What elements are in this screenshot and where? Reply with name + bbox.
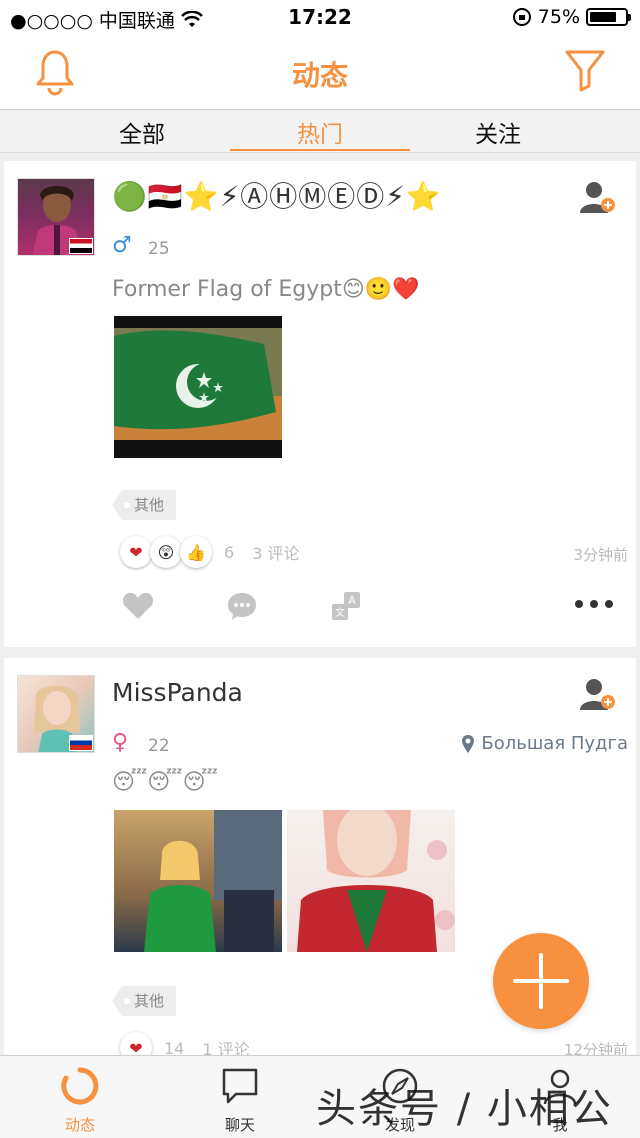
post-time: 12分钟前 <box>563 1041 628 1055</box>
segment-tabs: 全部 热门 关注 <box>0 111 640 153</box>
translate-icon[interactable]: A 文 <box>330 591 362 621</box>
add-friend-icon[interactable] <box>578 676 616 712</box>
comment-count[interactable]: 1 评论 <box>202 1036 249 1055</box>
tab-feed-label: 动态 <box>64 1116 95 1134</box>
gender-female-icon: ♀ <box>112 730 129 755</box>
add-friend-icon[interactable] <box>578 179 616 215</box>
age: 22 <box>148 736 170 756</box>
egypt-flag-image <box>114 328 282 440</box>
location-label: Большая Пудга <box>481 733 628 754</box>
location-pin-icon <box>462 734 475 753</box>
reaction-count: 6 <box>224 542 235 562</box>
heart-reaction-icon: ❤ <box>120 536 152 568</box>
battery-percent: 75% <box>537 6 580 28</box>
reactions-row[interactable]: ❤ 14 1 评论 <box>120 1032 250 1055</box>
avatar[interactable] <box>17 178 95 256</box>
post-tag[interactable]: 其他 <box>112 490 177 520</box>
more-options-icon[interactable] <box>574 599 614 609</box>
rotation-lock-icon <box>512 8 531 26</box>
tab-all[interactable]: 全部 <box>52 115 232 151</box>
selfie-photo-2 <box>297 810 455 952</box>
svg-text:A: A <box>348 594 356 607</box>
post-text: 😴😴😴 <box>112 770 218 795</box>
tab-chat-label: 聊天 <box>224 1116 255 1134</box>
comment-count[interactable]: 3 评论 <box>252 540 299 564</box>
nav-bar: 动态 <box>0 36 640 110</box>
post-card[interactable]: 🟢🇪🇬⭐⚡ⒶⒽⓂⒺⒹ⚡⭐ ♂ 25 Former Flag of Egypt😊🙂… <box>4 161 636 647</box>
filter-icon[interactable] <box>564 46 606 94</box>
post-actions: A 文 <box>4 591 636 631</box>
post-image[interactable] <box>114 316 282 458</box>
selfie-photo-1 <box>144 810 282 952</box>
watermark: 头条号 / 小相公 <box>316 1086 613 1132</box>
tab-following[interactable]: 关注 <box>408 115 588 151</box>
tab-chat[interactable]: 聊天 <box>160 1066 320 1135</box>
comment-icon[interactable] <box>226 591 258 621</box>
tab-feed[interactable]: 动态 <box>0 1066 160 1135</box>
flag-egypt-icon <box>69 238 93 254</box>
battery-icon <box>586 8 631 26</box>
reactions-row[interactable]: ❤ 😲 👍 6 3 评论 <box>120 536 299 568</box>
create-post-button[interactable] <box>493 933 589 1029</box>
heart-reaction-icon: ❤ <box>120 1032 152 1055</box>
username[interactable]: 🟢🇪🇬⭐⚡ⒶⒽⓂⒺⒹ⚡⭐ <box>112 175 442 215</box>
post-text: Former Flag of Egypt😊🙂❤️ <box>112 277 420 302</box>
svg-text:文: 文 <box>335 606 345 619</box>
page-title: 动态 <box>291 59 348 92</box>
username[interactable]: MissPanda <box>112 678 243 707</box>
status-bar: ●○○○○ 中国联通 17:22 75% <box>0 0 640 36</box>
like-heart-icon[interactable] <box>122 591 154 621</box>
post-tag[interactable]: 其他 <box>112 986 177 1016</box>
tab-hot[interactable]: 热门 <box>230 115 410 151</box>
surprised-reaction-icon: 😲 <box>150 536 182 568</box>
post-image[interactable] <box>287 810 455 952</box>
age: 25 <box>148 239 170 259</box>
post-time: 3分钟前 <box>573 546 628 564</box>
post-image[interactable] <box>114 810 282 952</box>
thumbs-up-reaction-icon: 👍 <box>180 536 212 568</box>
gender-male-icon: ♂ <box>112 233 132 258</box>
reaction-count: 14 <box>164 1038 185 1056</box>
avatar[interactable] <box>17 675 95 753</box>
chat-bubble-icon <box>222 1068 258 1104</box>
flag-russia-icon <box>69 735 93 751</box>
location[interactable]: Большая Пудга <box>461 733 628 754</box>
feed-ring-icon <box>61 1067 99 1105</box>
feed[interactable]: 🟢🇪🇬⭐⚡ⒶⒽⓂⒺⒹ⚡⭐ ♂ 25 Former Flag of Egypt😊🙂… <box>0 153 640 1055</box>
